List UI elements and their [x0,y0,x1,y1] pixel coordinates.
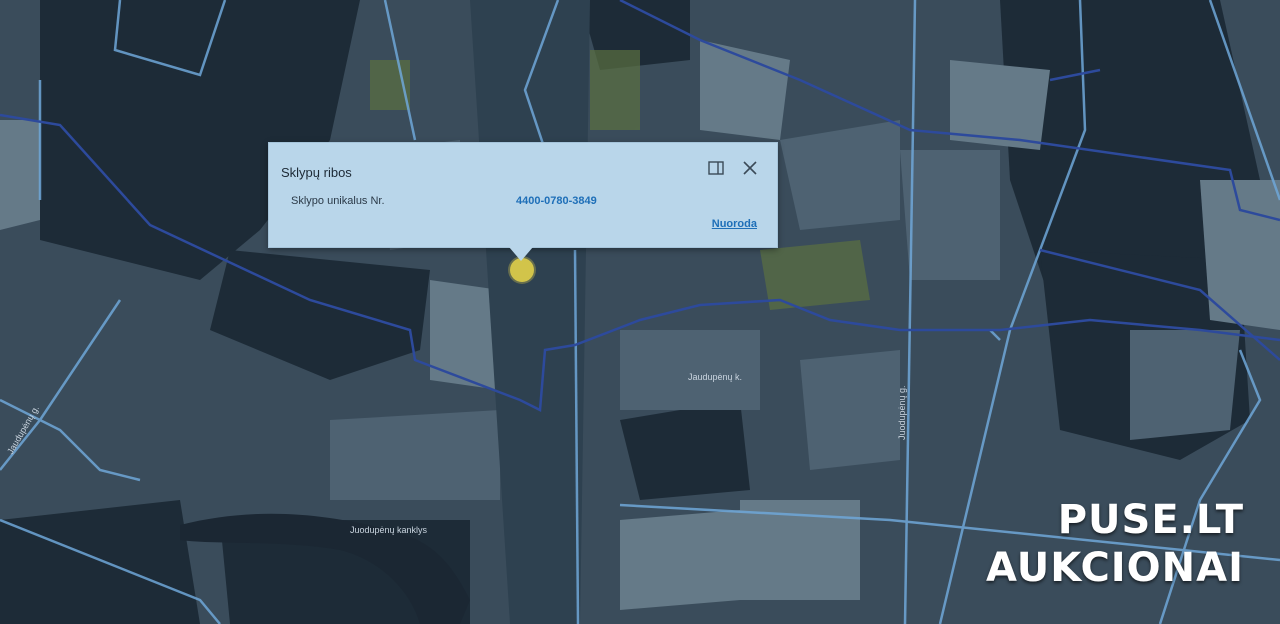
watermark-line2: AUKCIONAI [986,545,1244,591]
reference-link[interactable]: Nuoroda [712,218,757,230]
dock-icon[interactable] [707,159,725,177]
watermark: PUSE.LT AUKCIONAI [984,496,1244,592]
map-label-river: Juodupėnų kanklys [350,525,428,535]
map-label-village: Jaudupėnų k. [688,372,742,382]
popup-title: Sklypų ribos [281,165,352,180]
map-label-road: Juodupėnų g. [897,385,907,440]
parcel-id-label: Sklypo unikalus Nr. [291,195,385,207]
parcel-popup: Sklypų ribos Sklypo unikalus Nr. 4400-07… [268,142,778,261]
location-marker[interactable] [510,258,534,282]
parcel-id-value: 4400-0780-3849 [516,195,597,207]
close-icon[interactable] [741,159,759,177]
watermark-line1: PUSE.LT [1057,497,1244,543]
